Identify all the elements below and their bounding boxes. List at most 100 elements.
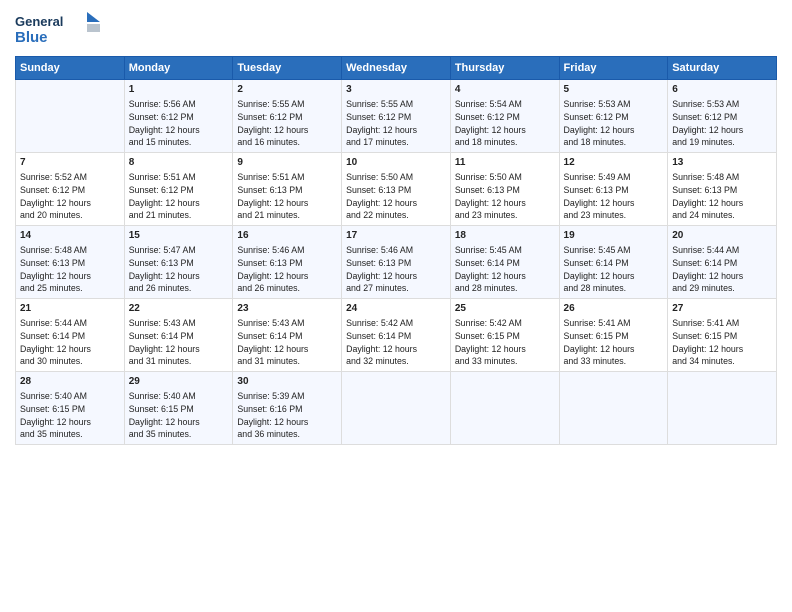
day-number: 13 xyxy=(672,156,772,170)
day-info: Sunrise: 5:43 AM Sunset: 6:14 PM Dayligh… xyxy=(237,317,337,368)
col-header-saturday: Saturday xyxy=(668,57,777,80)
day-cell xyxy=(342,372,451,445)
day-info: Sunrise: 5:39 AM Sunset: 6:16 PM Dayligh… xyxy=(237,390,337,441)
day-cell: 7Sunrise: 5:52 AM Sunset: 6:12 PM Daylig… xyxy=(16,153,125,226)
day-info: Sunrise: 5:45 AM Sunset: 6:14 PM Dayligh… xyxy=(564,244,664,295)
day-info: Sunrise: 5:46 AM Sunset: 6:13 PM Dayligh… xyxy=(237,244,337,295)
day-info: Sunrise: 5:42 AM Sunset: 6:14 PM Dayligh… xyxy=(346,317,446,368)
day-cell: 12Sunrise: 5:49 AM Sunset: 6:13 PM Dayli… xyxy=(559,153,668,226)
day-cell: 21Sunrise: 5:44 AM Sunset: 6:14 PM Dayli… xyxy=(16,299,125,372)
day-number: 26 xyxy=(564,302,664,316)
day-number: 4 xyxy=(455,83,555,97)
day-number: 18 xyxy=(455,229,555,243)
col-header-tuesday: Tuesday xyxy=(233,57,342,80)
day-info: Sunrise: 5:46 AM Sunset: 6:13 PM Dayligh… xyxy=(346,244,446,295)
day-cell: 17Sunrise: 5:46 AM Sunset: 6:13 PM Dayli… xyxy=(342,226,451,299)
col-header-sunday: Sunday xyxy=(16,57,125,80)
day-number: 12 xyxy=(564,156,664,170)
day-cell: 29Sunrise: 5:40 AM Sunset: 6:15 PM Dayli… xyxy=(124,372,233,445)
logo: General Blue xyxy=(15,10,105,48)
day-info: Sunrise: 5:51 AM Sunset: 6:12 PM Dayligh… xyxy=(129,171,229,222)
logo-svg: General Blue xyxy=(15,10,105,48)
day-number: 11 xyxy=(455,156,555,170)
day-info: Sunrise: 5:44 AM Sunset: 6:14 PM Dayligh… xyxy=(20,317,120,368)
day-number: 25 xyxy=(455,302,555,316)
day-number: 22 xyxy=(129,302,229,316)
day-cell xyxy=(16,80,125,153)
day-number: 15 xyxy=(129,229,229,243)
day-cell: 26Sunrise: 5:41 AM Sunset: 6:15 PM Dayli… xyxy=(559,299,668,372)
day-info: Sunrise: 5:41 AM Sunset: 6:15 PM Dayligh… xyxy=(672,317,772,368)
day-number: 21 xyxy=(20,302,120,316)
col-header-friday: Friday xyxy=(559,57,668,80)
day-info: Sunrise: 5:48 AM Sunset: 6:13 PM Dayligh… xyxy=(672,171,772,222)
day-number: 8 xyxy=(129,156,229,170)
week-row-2: 7Sunrise: 5:52 AM Sunset: 6:12 PM Daylig… xyxy=(16,153,777,226)
day-info: Sunrise: 5:48 AM Sunset: 6:13 PM Dayligh… xyxy=(20,244,120,295)
calendar-page: General Blue SundayMondayTuesdayWednesda… xyxy=(0,0,792,612)
day-number: 29 xyxy=(129,375,229,389)
header-row: SundayMondayTuesdayWednesdayThursdayFrid… xyxy=(16,57,777,80)
day-info: Sunrise: 5:40 AM Sunset: 6:15 PM Dayligh… xyxy=(20,390,120,441)
day-info: Sunrise: 5:43 AM Sunset: 6:14 PM Dayligh… xyxy=(129,317,229,368)
col-header-thursday: Thursday xyxy=(450,57,559,80)
day-cell: 10Sunrise: 5:50 AM Sunset: 6:13 PM Dayli… xyxy=(342,153,451,226)
day-cell: 5Sunrise: 5:53 AM Sunset: 6:12 PM Daylig… xyxy=(559,80,668,153)
day-info: Sunrise: 5:40 AM Sunset: 6:15 PM Dayligh… xyxy=(129,390,229,441)
day-info: Sunrise: 5:53 AM Sunset: 6:12 PM Dayligh… xyxy=(564,98,664,149)
day-info: Sunrise: 5:53 AM Sunset: 6:12 PM Dayligh… xyxy=(672,98,772,149)
day-number: 6 xyxy=(672,83,772,97)
week-row-4: 21Sunrise: 5:44 AM Sunset: 6:14 PM Dayli… xyxy=(16,299,777,372)
day-cell xyxy=(559,372,668,445)
day-number: 28 xyxy=(20,375,120,389)
day-number: 5 xyxy=(564,83,664,97)
week-row-3: 14Sunrise: 5:48 AM Sunset: 6:13 PM Dayli… xyxy=(16,226,777,299)
day-info: Sunrise: 5:52 AM Sunset: 6:12 PM Dayligh… xyxy=(20,171,120,222)
day-cell: 22Sunrise: 5:43 AM Sunset: 6:14 PM Dayli… xyxy=(124,299,233,372)
day-cell: 18Sunrise: 5:45 AM Sunset: 6:14 PM Dayli… xyxy=(450,226,559,299)
day-info: Sunrise: 5:51 AM Sunset: 6:13 PM Dayligh… xyxy=(237,171,337,222)
day-cell: 15Sunrise: 5:47 AM Sunset: 6:13 PM Dayli… xyxy=(124,226,233,299)
header: General Blue xyxy=(15,10,777,48)
day-number: 20 xyxy=(672,229,772,243)
day-cell: 30Sunrise: 5:39 AM Sunset: 6:16 PM Dayli… xyxy=(233,372,342,445)
col-header-monday: Monday xyxy=(124,57,233,80)
day-info: Sunrise: 5:50 AM Sunset: 6:13 PM Dayligh… xyxy=(455,171,555,222)
day-number: 9 xyxy=(237,156,337,170)
day-cell: 24Sunrise: 5:42 AM Sunset: 6:14 PM Dayli… xyxy=(342,299,451,372)
day-cell: 14Sunrise: 5:48 AM Sunset: 6:13 PM Dayli… xyxy=(16,226,125,299)
day-cell: 27Sunrise: 5:41 AM Sunset: 6:15 PM Dayli… xyxy=(668,299,777,372)
day-info: Sunrise: 5:56 AM Sunset: 6:12 PM Dayligh… xyxy=(129,98,229,149)
day-cell: 20Sunrise: 5:44 AM Sunset: 6:14 PM Dayli… xyxy=(668,226,777,299)
day-info: Sunrise: 5:45 AM Sunset: 6:14 PM Dayligh… xyxy=(455,244,555,295)
day-number: 27 xyxy=(672,302,772,316)
day-info: Sunrise: 5:49 AM Sunset: 6:13 PM Dayligh… xyxy=(564,171,664,222)
week-row-1: 1Sunrise: 5:56 AM Sunset: 6:12 PM Daylig… xyxy=(16,80,777,153)
day-number: 24 xyxy=(346,302,446,316)
day-cell xyxy=(668,372,777,445)
day-number: 14 xyxy=(20,229,120,243)
day-cell: 16Sunrise: 5:46 AM Sunset: 6:13 PM Dayli… xyxy=(233,226,342,299)
day-info: Sunrise: 5:42 AM Sunset: 6:15 PM Dayligh… xyxy=(455,317,555,368)
svg-text:General: General xyxy=(15,14,63,29)
day-info: Sunrise: 5:55 AM Sunset: 6:12 PM Dayligh… xyxy=(237,98,337,149)
day-number: 1 xyxy=(129,83,229,97)
svg-text:Blue: Blue xyxy=(15,29,48,46)
day-number: 2 xyxy=(237,83,337,97)
day-number: 17 xyxy=(346,229,446,243)
day-info: Sunrise: 5:44 AM Sunset: 6:14 PM Dayligh… xyxy=(672,244,772,295)
day-number: 10 xyxy=(346,156,446,170)
day-info: Sunrise: 5:41 AM Sunset: 6:15 PM Dayligh… xyxy=(564,317,664,368)
day-cell: 6Sunrise: 5:53 AM Sunset: 6:12 PM Daylig… xyxy=(668,80,777,153)
day-cell: 8Sunrise: 5:51 AM Sunset: 6:12 PM Daylig… xyxy=(124,153,233,226)
day-number: 16 xyxy=(237,229,337,243)
day-info: Sunrise: 5:47 AM Sunset: 6:13 PM Dayligh… xyxy=(129,244,229,295)
day-info: Sunrise: 5:50 AM Sunset: 6:13 PM Dayligh… xyxy=(346,171,446,222)
day-cell xyxy=(450,372,559,445)
day-info: Sunrise: 5:55 AM Sunset: 6:12 PM Dayligh… xyxy=(346,98,446,149)
day-cell: 28Sunrise: 5:40 AM Sunset: 6:15 PM Dayli… xyxy=(16,372,125,445)
day-cell: 25Sunrise: 5:42 AM Sunset: 6:15 PM Dayli… xyxy=(450,299,559,372)
day-cell: 19Sunrise: 5:45 AM Sunset: 6:14 PM Dayli… xyxy=(559,226,668,299)
day-cell: 13Sunrise: 5:48 AM Sunset: 6:13 PM Dayli… xyxy=(668,153,777,226)
day-number: 3 xyxy=(346,83,446,97)
